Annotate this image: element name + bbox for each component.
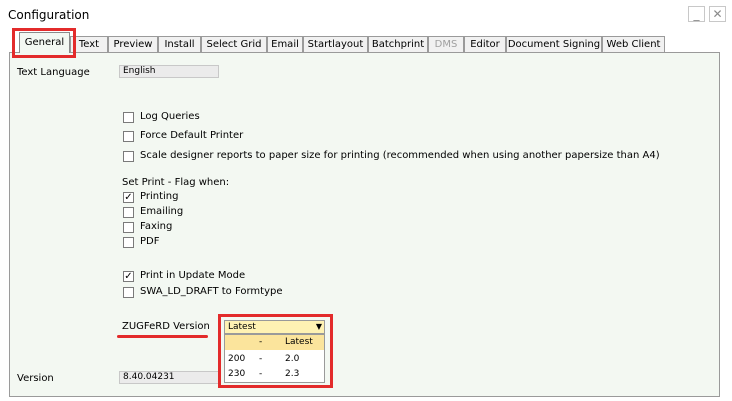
force-default-printer-checkbox[interactable] <box>123 131 134 142</box>
swa-ld-draft-label: SWA_LD_DRAFT to Formtype <box>140 286 283 297</box>
zugferd-underline-annotation <box>117 335 208 338</box>
check-icon: ✓ <box>124 192 133 203</box>
tab-email[interactable]: Email <box>267 36 303 52</box>
scale-designer-reports-checkbox[interactable] <box>123 151 134 162</box>
faxing-label: Faxing <box>140 221 173 232</box>
tab-editor[interactable]: Editor <box>464 36 506 52</box>
print-in-update-mode-label: Print in Update Mode <box>140 270 246 281</box>
text-language-label: Text Language <box>17 67 90 78</box>
tab-web-client[interactable]: Web Client <box>602 36 665 52</box>
emailing-label: Emailing <box>140 206 184 217</box>
minimize-button[interactable]: _ <box>688 6 705 22</box>
zugferd-dropdown-highlight-annotation <box>218 314 333 388</box>
tab-startlayout[interactable]: Startlayout <box>303 36 368 52</box>
tab-dms: DMS <box>428 36 464 52</box>
tab-general[interactable]: General <box>19 32 70 53</box>
swa-ld-draft-checkbox[interactable] <box>123 287 134 298</box>
tab-preview[interactable]: Preview <box>108 36 158 52</box>
tab-install[interactable]: Install <box>158 36 201 52</box>
force-default-printer-label: Force Default Printer <box>140 130 244 141</box>
tab-document-signing[interactable]: Document Signing <box>506 36 602 52</box>
text-language-field[interactable]: English <box>119 65 219 78</box>
pdf-label: PDF <box>140 236 160 247</box>
faxing-checkbox[interactable] <box>123 222 134 233</box>
title-bar: Configuration _ ✕ <box>0 0 732 30</box>
check-icon: ✓ <box>124 271 133 282</box>
window-title: Configuration <box>8 8 90 22</box>
tab-select-grid[interactable]: Select Grid <box>201 36 267 52</box>
pdf-checkbox[interactable] <box>123 237 134 248</box>
printing-label: Printing <box>140 191 179 202</box>
general-panel <box>9 52 720 397</box>
log-queries-checkbox[interactable] <box>123 112 134 123</box>
log-queries-label: Log Queries <box>140 111 200 122</box>
version-field: 8.40.04231 <box>119 371 220 384</box>
close-button[interactable]: ✕ <box>709 6 726 22</box>
scale-designer-reports-label: Scale designer reports to paper size for… <box>140 150 660 161</box>
printing-checkbox[interactable]: ✓ <box>123 192 134 203</box>
emailing-checkbox[interactable] <box>123 207 134 218</box>
print-in-update-mode-checkbox[interactable]: ✓ <box>123 271 134 282</box>
tab-batchprint[interactable]: Batchprint <box>368 36 428 52</box>
set-print-flag-label: Set Print - Flag when: <box>122 177 230 188</box>
version-label: Version <box>17 373 54 384</box>
zugferd-version-label: ZUGFeRD Version <box>122 321 210 332</box>
